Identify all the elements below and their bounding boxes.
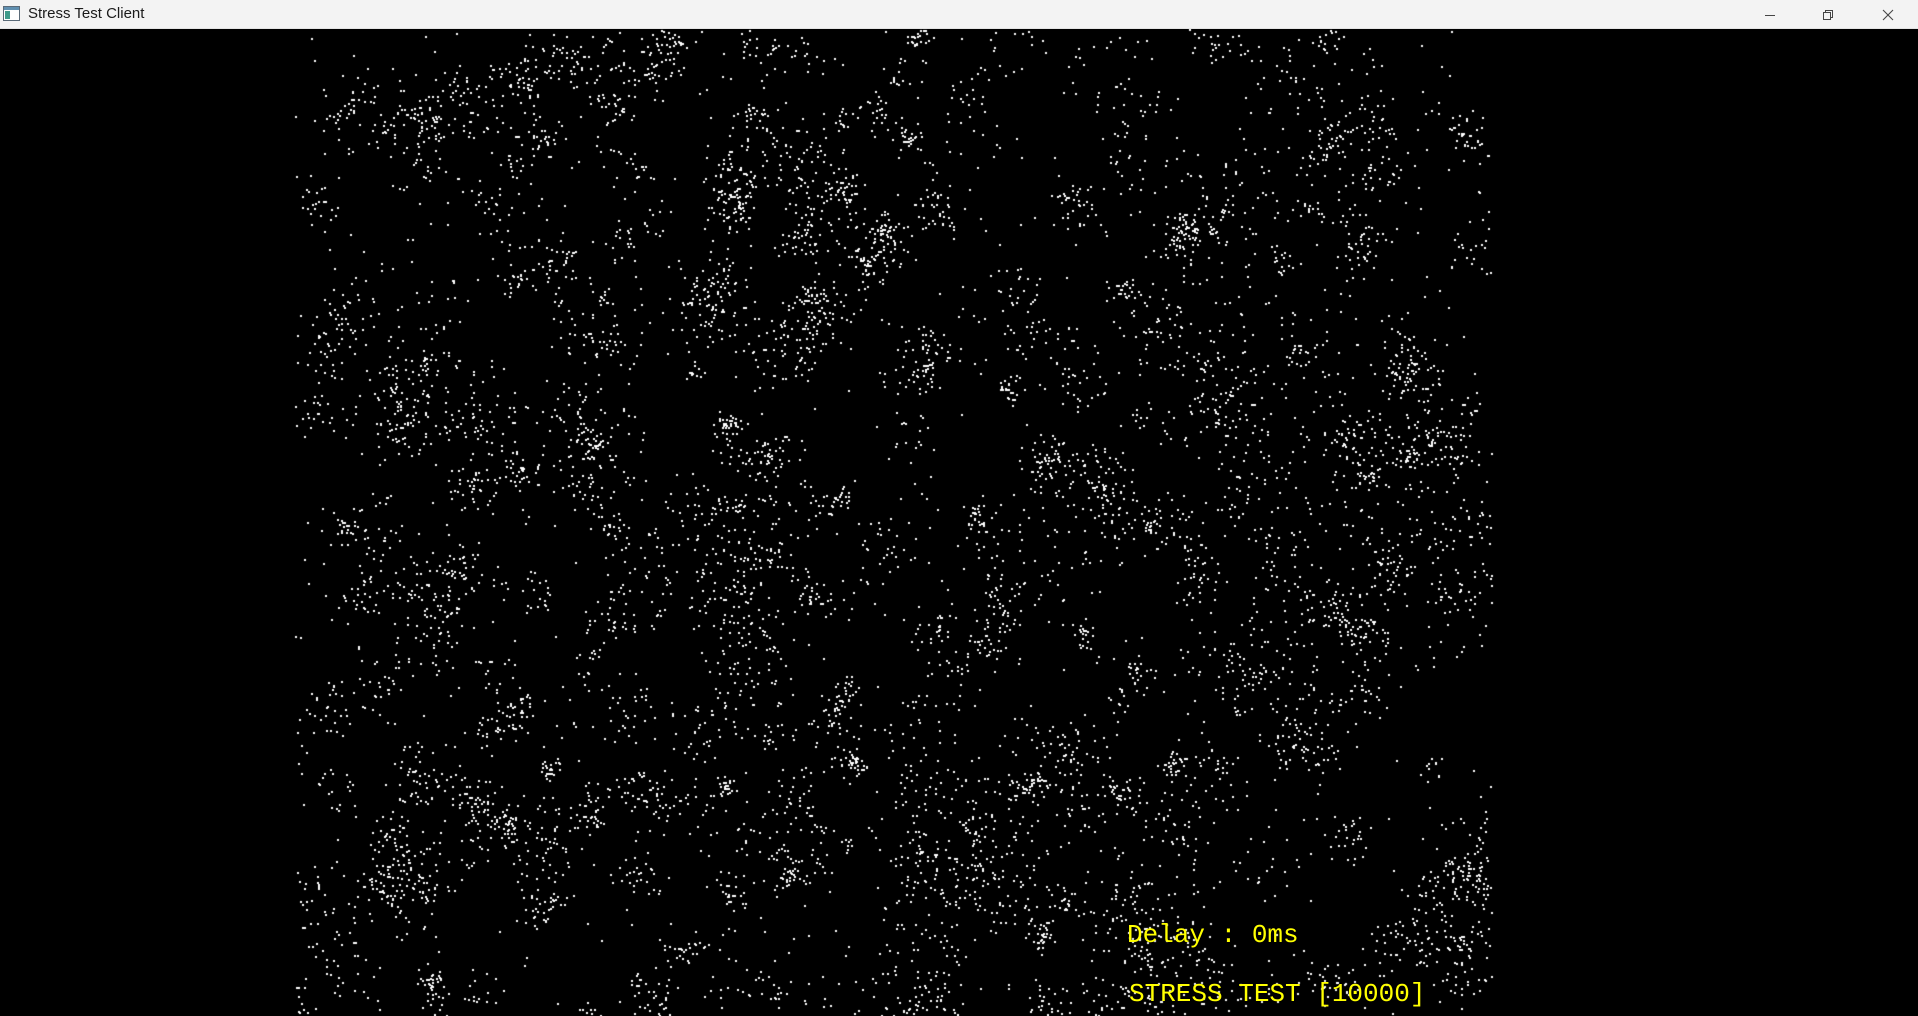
minimize-icon <box>1765 14 1775 16</box>
app-window-icon <box>3 6 20 21</box>
simulation-viewport[interactable]: Delay : 0ms STRESS TEST [10000] <box>0 29 1918 1016</box>
delay-readout: Delay : 0ms <box>1127 920 1299 950</box>
title-bar[interactable]: Stress Test Client <box>0 0 1918 29</box>
app-window: Stress Test Client Delay : 0ms STRESS TE… <box>0 0 1918 1016</box>
close-button[interactable] <box>1859 0 1917 29</box>
maximize-button[interactable] <box>1799 0 1857 29</box>
minimize-button[interactable] <box>1741 0 1799 29</box>
restore-icon <box>1823 9 1833 20</box>
window-title: Stress Test Client <box>28 5 145 22</box>
stress-test-readout: STRESS TEST [10000] <box>1129 979 1426 1009</box>
particle-canvas <box>0 29 1918 1016</box>
close-icon <box>1882 9 1894 20</box>
